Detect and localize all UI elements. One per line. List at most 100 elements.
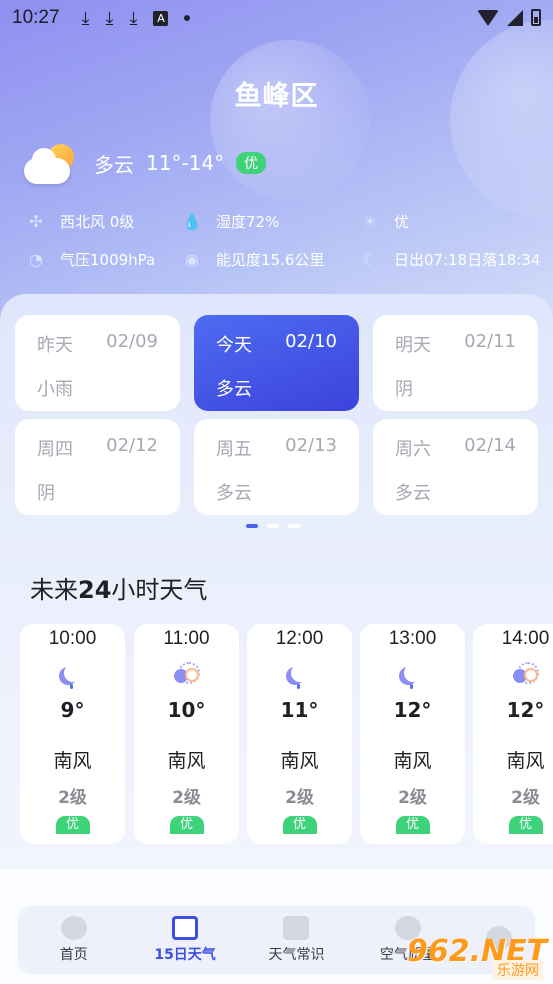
day-card[interactable]: 周五 02/13 多云 — [194, 419, 359, 515]
pressure-icon: ◔ — [29, 249, 43, 269]
current-temp-range: 11°-14° — [146, 151, 225, 175]
hour-time: 14:00 — [501, 628, 550, 649]
hour-card[interactable]: 14:00 12° 南风 2级 优 — [473, 624, 553, 844]
day-label: 周六 — [395, 439, 431, 460]
title-num: 24 — [78, 576, 112, 604]
hour-card[interactable]: 11:00 10° 南风 2级 优 — [134, 624, 239, 844]
day-date: 02/14 — [464, 435, 516, 456]
watermark-sub: 乐游网 — [493, 960, 543, 980]
hour-card[interactable]: 10:00 9° 南风 2级 优 — [20, 624, 125, 844]
hour-wind-level: 2级 — [285, 788, 314, 808]
partly-cloudy-icon — [24, 142, 76, 184]
eye-icon: ◉ — [185, 249, 199, 269]
day-card[interactable]: 周六 02/14 多云 — [373, 419, 538, 515]
moon-cloud-icon — [511, 660, 541, 690]
hour-temp: 11° — [280, 698, 319, 722]
day-condition: 多云 — [216, 379, 252, 400]
page-dot — [246, 524, 258, 528]
moon-icon: ☾ — [362, 249, 378, 269]
hour-time: 11:00 — [163, 628, 210, 649]
a-box-icon: A — [153, 10, 169, 26]
day-card[interactable]: 昨天 02/09 小雨 — [15, 315, 180, 411]
signal-icon — [507, 9, 523, 26]
page-dot — [288, 524, 300, 528]
day-card[interactable]: 明天 02/11 阴 — [373, 315, 538, 411]
day-label: 今天 — [216, 335, 252, 356]
day-date: 02/12 — [106, 435, 158, 456]
moon-rain-icon — [285, 660, 315, 690]
hour-aqi-badge: 优 — [169, 816, 204, 834]
day-date: 02/11 — [464, 331, 516, 352]
day-date: 02/10 — [285, 331, 337, 352]
nav-label: 15日天气 — [154, 947, 216, 963]
detail-text: 西北风 0级 — [60, 212, 135, 231]
hour-temp: 9° — [60, 698, 85, 722]
sun-icon: ☀ — [362, 211, 378, 231]
day-condition: 多云 — [395, 483, 431, 504]
hour-aqi-badge: 优 — [55, 816, 90, 834]
hour-aqi-badge: 优 — [395, 816, 430, 834]
book-icon — [283, 916, 310, 940]
hour-card[interactable]: 12:00 11° 南风 2级 优 — [247, 624, 352, 844]
hour-temp: 12° — [393, 698, 432, 722]
hour-wind: 南风 — [393, 750, 432, 772]
hour-aqi-badge: 优 — [282, 816, 317, 834]
day-label: 周五 — [216, 439, 252, 460]
wifi-icon — [477, 9, 499, 26]
hour-time: 13:00 — [388, 628, 437, 649]
hour-wind-level: 2级 — [398, 788, 427, 808]
detail-pressure: ◔ 气压1009hPa — [26, 249, 182, 270]
hour-wind-level: 2级 — [58, 788, 87, 808]
detail-humidity: 💧 湿度72% — [182, 211, 360, 232]
hourly-section-title: 未来24小时天气 — [30, 570, 207, 605]
hour-wind: 南风 — [280, 750, 319, 772]
day-condition: 阴 — [395, 379, 413, 400]
city-name[interactable]: 鱼峰区 — [0, 74, 553, 113]
page-indicator — [246, 524, 300, 528]
page-dot — [267, 524, 279, 528]
title-suffix: 小时天气 — [111, 576, 208, 604]
nav-knowledge[interactable]: 天气常识 — [246, 916, 346, 964]
nav-home[interactable]: 首页 — [24, 916, 124, 964]
calendar-icon — [172, 916, 199, 940]
day-card-today[interactable]: 今天 02/10 多云 — [194, 315, 359, 411]
hour-wind-level: 2级 — [511, 788, 540, 808]
current-weather: 多云 11°-14° 优 — [24, 142, 267, 184]
title-prefix: 未来 — [30, 576, 78, 604]
download-icon: ⤓ — [81, 7, 90, 29]
aqi-badge: 优 — [236, 152, 267, 174]
home-weather-icon — [60, 916, 87, 940]
detail-wind: ✣ 西北风 0级 — [26, 211, 182, 232]
day-date: 02/13 — [285, 435, 337, 456]
nav-15day[interactable]: 15日天气 — [135, 916, 235, 964]
hour-time: 12:00 — [275, 628, 324, 649]
status-time: 10:27 — [12, 7, 60, 28]
dot-icon — [184, 15, 191, 21]
day-label: 昨天 — [37, 335, 73, 356]
detail-text: 湿度72% — [216, 212, 280, 231]
day-condition: 小雨 — [37, 379, 73, 400]
day-date: 02/09 — [106, 331, 158, 352]
moon-rain-icon — [58, 660, 88, 690]
detail-text: 优 — [394, 212, 410, 231]
day-card[interactable]: 周四 02/12 阴 — [15, 419, 180, 515]
hour-time: 10:00 — [48, 628, 97, 649]
hour-wind: 南风 — [167, 750, 206, 772]
nav-label: 天气常识 — [268, 947, 325, 963]
watermark-logo: 962.NET 乐游网 — [407, 934, 547, 980]
download-icon: ⤓ — [105, 7, 114, 29]
detail-aqi: ☀ 优 — [360, 211, 409, 232]
detail-sun: ☾ 日出07:18日落18:34 — [360, 249, 541, 270]
status-bar: 10:27 ⤓ ⤓ ⤓ A — [0, 0, 553, 36]
hour-card[interactable]: 13:00 12° 南风 2级 优 — [360, 624, 465, 844]
detail-visibility: ◉ 能见度15.6公里 — [182, 249, 360, 270]
day-label: 周四 — [37, 439, 73, 460]
day-label: 明天 — [395, 335, 431, 356]
hour-aqi-badge: 优 — [508, 816, 543, 834]
detail-text: 日出07:18日落18:34 — [394, 250, 541, 269]
hour-temp: 10° — [167, 698, 206, 722]
battery-icon — [531, 9, 541, 26]
day-condition: 阴 — [37, 483, 55, 504]
download-icon: ⤓ — [129, 7, 138, 29]
current-condition: 多云 — [94, 152, 134, 177]
